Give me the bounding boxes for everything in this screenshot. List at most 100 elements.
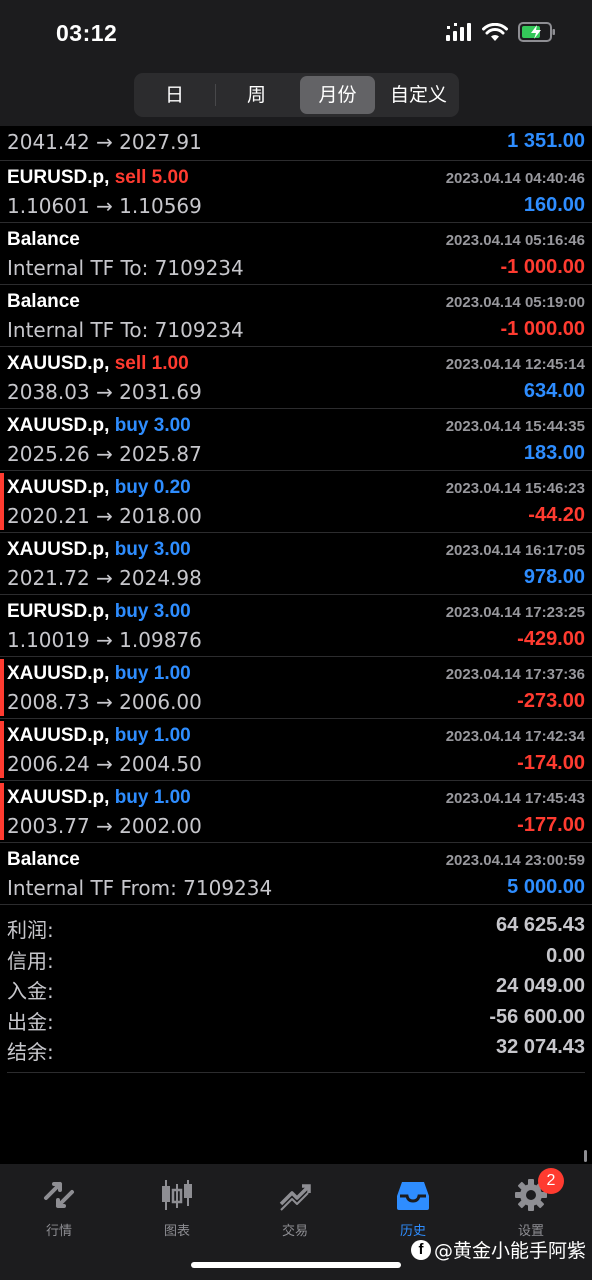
summary-label: 入金:: [7, 979, 54, 1003]
summary-label: 出金:: [7, 1009, 54, 1034]
header: 日 周 月份 自定义: [0, 66, 592, 126]
tab-quotes[interactable]: 行情: [0, 1172, 118, 1239]
deal-side: sell: [114, 353, 147, 374]
deal-datetime: 2023.04.14 17:45:43: [445, 790, 585, 807]
tab-history[interactable]: 历史: [354, 1172, 472, 1239]
summary-value: 0.00: [546, 944, 585, 967]
period-tab-month[interactable]: 月份: [300, 76, 375, 114]
deal-row[interactable]: EURUSD.p, sell 5.00 2023.04.14 04:40:46 1.…: [0, 161, 592, 223]
deal-symbol: XAUUSD.p, buy 1.00: [7, 663, 191, 685]
battery-charging-icon: [518, 22, 555, 42]
deal-profit: 5 000.00: [507, 876, 585, 898]
deal-row[interactable]: XAUUSD.p, buy 3.00 2023.04.14 16:17:05 202…: [0, 533, 592, 595]
deal-profit: 183.00: [523, 442, 585, 464]
deal-volume: 5.00: [151, 167, 189, 188]
deal-row[interactable]: XAUUSD.p, buy 0.20 2023.04.14 15:46:23 202…: [0, 471, 592, 533]
balance-comment: Internal TF To: 7109234: [7, 256, 244, 280]
deal-volume: 0.20: [153, 477, 191, 498]
period-tab-custom[interactable]: 自定义: [381, 76, 456, 114]
deal-row[interactable]: XAUUSD.p, buy 1.00 2023.04.14 17:37:36 200…: [0, 657, 592, 719]
deal-profit: 160.00: [523, 194, 585, 216]
deal-prices: 2041.42 → 2027.91: [7, 130, 202, 154]
summary-label: 利润:: [7, 918, 54, 942]
wifi-icon: [482, 22, 508, 41]
balance-row[interactable]: Balance 2023.04.14 05:16:46 Internal TF To…: [0, 223, 592, 285]
summary-value: 24 049.00: [496, 975, 585, 997]
symbol-text: XAUUSD.p,: [7, 663, 110, 684]
deal-profit: 1 351.00: [507, 130, 585, 152]
loss-marker: [0, 721, 4, 778]
summary-row-deposit: 入金: 24 049.00: [0, 971, 592, 1003]
deal-side: buy: [114, 787, 149, 808]
symbol-text: EURUSD.p,: [7, 601, 110, 622]
chart-icon: [162, 1180, 192, 1210]
summary-divider: [7, 1072, 585, 1073]
deal-symbol: XAUUSD.p, buy 3.00: [7, 539, 191, 561]
deal-side: buy: [114, 477, 149, 498]
quotes-icon: [44, 1182, 74, 1208]
deal-datetime: 2023.04.14 16:17:05: [445, 542, 585, 559]
deal-prices: 2021.72 → 2024.98: [7, 566, 202, 590]
period-segmented-control: 日 周 月份 自定义: [134, 73, 459, 117]
deal-profit: -174.00: [517, 752, 585, 774]
status-time: 03:12: [56, 20, 118, 46]
deal-prices: 2008.73 → 2006.00: [7, 690, 202, 714]
symbol-text: Balance: [7, 849, 80, 870]
deal-datetime: 2023.04.14 05:19:00: [445, 294, 585, 311]
balance-row[interactable]: Balance 2023.04.14 05:19:00 Internal TF To…: [0, 285, 592, 347]
tab-settings[interactable]: 2 设置: [472, 1168, 590, 1239]
watermark-logo-icon: f: [410, 1239, 431, 1260]
tab-trade[interactable]: 交易: [236, 1172, 354, 1239]
deal-symbol: EURUSD.p, sell 5.00: [7, 167, 189, 189]
status-bar: 03:12: [0, 0, 592, 66]
deal-volume: 3.00: [153, 601, 191, 622]
balance-row[interactable]: Balance 2023.04.14 23:00:59 Internal TF Fr…: [0, 843, 592, 905]
deal-datetime: 2023.04.14 05:16:46: [445, 232, 585, 249]
summary-value: -56 600.00: [489, 1005, 585, 1028]
trade-icon: [279, 1184, 311, 1211]
deal-row[interactable]: XAUUSD.p, sell 1.00 2023.04.14 12:45:14 20…: [0, 347, 592, 409]
deal-symbol: XAUUSD.p, buy 1.00: [7, 787, 191, 809]
scrollbar[interactable]: [584, 1150, 587, 1162]
period-tab-week[interactable]: 周: [219, 76, 294, 114]
deal-prices: 1.10601 → 1.10569: [7, 194, 202, 218]
history-icon: [397, 1182, 429, 1210]
deal-symbol: Balance: [7, 291, 80, 313]
deal-symbol: EURUSD.p, buy 3.00: [7, 601, 191, 623]
deal-datetime: 2023.04.14 23:00:59: [445, 852, 585, 869]
balance-comment: Internal TF To: 7109234: [7, 318, 244, 342]
deal-row[interactable]: XAUUSD.p, buy 3.00 2023.04.14 15:44:35 202…: [0, 409, 592, 471]
summary-row-balance: 结余: 32 074.43: [0, 1032, 592, 1064]
summary-value: 64 625.43: [496, 914, 585, 936]
deal-volume: 1.00: [153, 663, 191, 684]
deal-row[interactable]: XAUUSD.p, buy 1.00 2023.04.14 17:42:34 200…: [0, 719, 592, 781]
tab-chart[interactable]: 图表: [118, 1172, 236, 1239]
deal-profit: -44.20: [528, 504, 585, 526]
deal-symbol: XAUUSD.p, buy 3.00: [7, 415, 191, 437]
period-tab-day[interactable]: 日: [137, 76, 212, 114]
deal-volume: 1.00: [153, 725, 191, 746]
deal-row[interactable]: XAUUSD.p, buy 1.00 2023.04.14 17:45:43 200…: [0, 781, 592, 843]
deal-prices: 2038.03 → 2031.69: [7, 380, 202, 404]
deal-profit: -177.00: [517, 814, 585, 836]
symbol-text: XAUUSD.p,: [7, 787, 110, 808]
status-icons: [446, 22, 556, 42]
deal-side: buy: [114, 601, 149, 622]
deal-side: sell: [114, 167, 147, 188]
deal-row[interactable]: 2041.42 → 2027.91 1 351.00: [0, 126, 592, 161]
home-indicator: [191, 1262, 401, 1268]
deal-history-list[interactable]: 2041.42 → 2027.91 1 351.00 EURUSD.p, sell …: [0, 126, 592, 905]
watermark-text: @黄金小能手阿紫: [433, 1240, 586, 1262]
deal-symbol: XAUUSD.p, buy 1.00: [7, 725, 191, 747]
summary-label: 结余:: [7, 1040, 54, 1064]
symbol-text: XAUUSD.p,: [7, 477, 110, 498]
deal-volume: 3.00: [153, 539, 191, 560]
deal-row[interactable]: EURUSD.p, buy 3.00 2023.04.14 17:23:25 1.1…: [0, 595, 592, 657]
deal-prices: 2006.24 → 2004.50: [7, 752, 202, 776]
loss-marker: [0, 659, 4, 716]
deal-volume: 3.00: [153, 415, 191, 436]
tab-label: 行情: [45, 1224, 72, 1239]
symbol-text: XAUUSD.p,: [7, 353, 110, 374]
deal-symbol: XAUUSD.p, sell 1.00: [7, 353, 189, 375]
deal-side: buy: [114, 539, 149, 560]
